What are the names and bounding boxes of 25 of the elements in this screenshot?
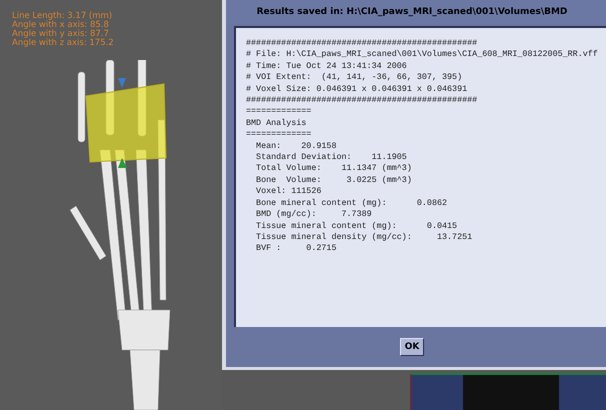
dialog-title: Results saved in: H:\CIA_paws_MRI_scaned\001\Volumes\BMD [226,0,606,24]
result-line: Voxel: 111526 [255,186,322,198]
ok-button[interactable]: OK [400,338,424,356]
result-line: Standard Deviation: 11.1905 [255,152,408,164]
result-line: BMD (mg/cc): 7.7389 [255,209,373,220]
result-line: Total Volume: 11.1347 (mm^3) [255,163,413,175]
result-line: # File: H:\CIA_paws_MRI_scaned\001\Volumes\CIA_608_MRI_08122005_RR.vff [246,49,599,61]
measurement-text: Angle with y axis: 87.7 [12,30,109,39]
result-line: Tissue mineral content (mg): 0.0415 [255,220,458,232]
result-line: BMD Analysis [246,118,308,130]
measurement-text: Line Length: 3.17 (mm) [12,12,114,21]
result-line: # VOI Extent: (41, 141, -36, 66, 307, 395) [246,72,464,84]
result-line: Bone Volume: 3.0225 (mm^3) [255,174,413,186]
result-line: Tissue mineral density (mg/cc): 13.7251 [255,232,474,244]
measurement-text: Angle with z axis: 175.2 [12,39,114,48]
result-line: ============= [246,129,312,141]
result-line: # Time: Tue Oct 24 13:41:34 2006 [246,60,408,72]
result-line: ############################################## [246,95,478,106]
result-line: ============= [246,106,312,118]
measurement-text: Angle with x axis: 85.8 [12,21,110,30]
result-line: Bone mineral content (mg): 0.0862 [255,198,448,210]
result-line: BVF : 0.2715 [255,243,338,255]
result-line: Mean: 20.9158 [255,140,338,152]
result-line: ############################################## [246,38,478,50]
result-line: # Voxel Size: 0.046391 x 0.046391 x 0.046391 [246,84,468,96]
